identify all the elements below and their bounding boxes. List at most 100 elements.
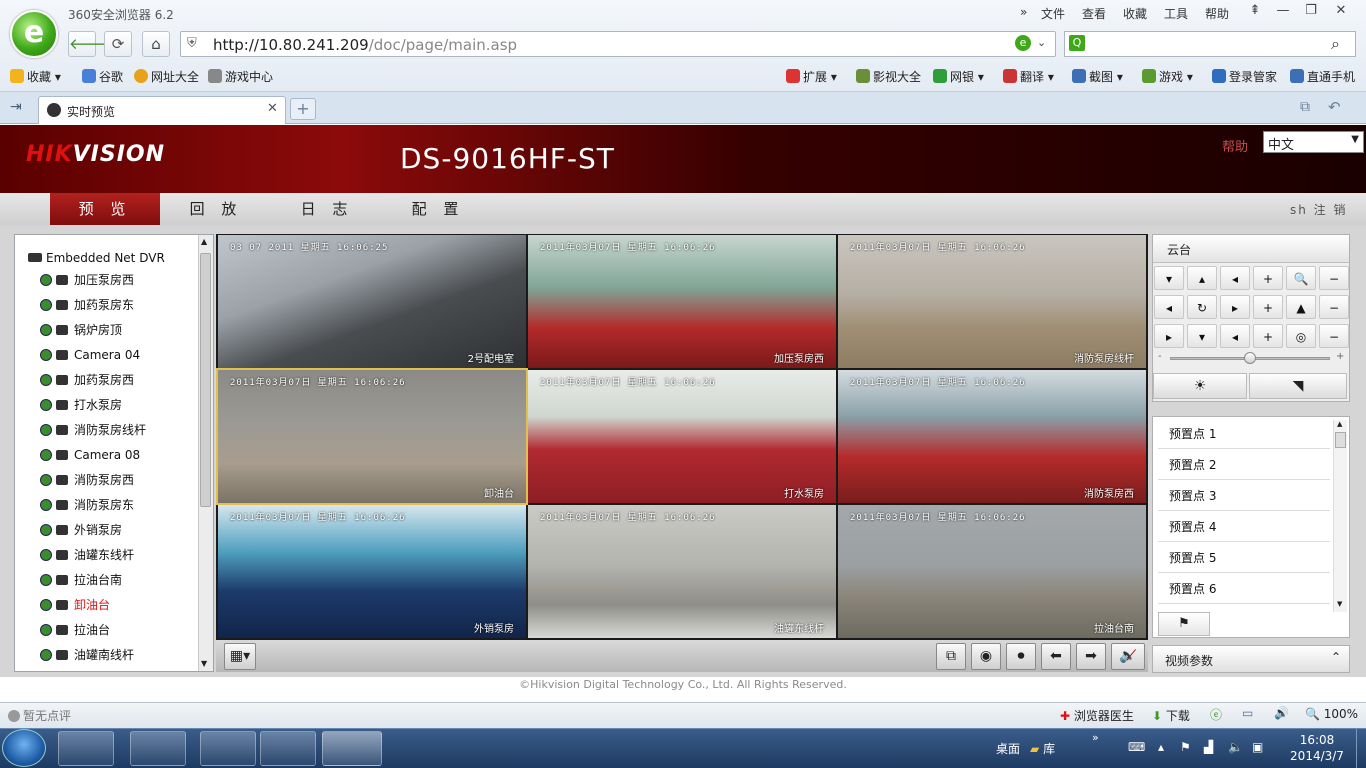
camera-item[interactable]: 打水泵房 [40,393,122,418]
camera-item[interactable]: 拉油台南 [40,568,122,593]
taskbar-360browser-icon[interactable] [322,731,382,766]
camera-item[interactable]: 消防泵房西 [40,468,134,493]
language-select[interactable]: 中文 ▼ [1263,131,1364,153]
capture-icon[interactable]: ◉ [971,643,1001,670]
taskbar-explorer-icon[interactable] [200,731,256,766]
camera-item[interactable]: 加药泵房东 [40,293,134,318]
refresh-button[interactable]: ⟳ [104,31,132,57]
zoom-icon[interactable]: 🔍 [1286,266,1316,290]
toolbar-login-manager[interactable]: 登录管家 [1212,68,1277,85]
next-page-icon[interactable]: ➡ [1076,643,1106,670]
taskbar-qq-icon[interactable] [130,731,186,766]
preset-item[interactable]: 预置点 4 [1158,512,1330,542]
taskbar-app-colorball-icon[interactable] [58,731,114,766]
iris-close-icon[interactable]: − [1319,324,1349,348]
start-button[interactable] [2,729,46,767]
home-button[interactable]: ⌂ [142,31,170,57]
help-link[interactable]: 帮助 [1222,136,1248,155]
camera-item[interactable]: Camera 08 [40,443,140,468]
search-icon[interactable]: ⌕ [1331,34,1340,54]
zoom-in-icon[interactable]: + [1253,266,1283,290]
minimize-icon[interactable]: — [1270,2,1296,22]
ie-icon[interactable]: ⓔ [1210,706,1222,723]
restore-icon[interactable]: ❐ [1298,2,1324,22]
iris-open-icon[interactable]: + [1253,324,1283,348]
speaker-icon[interactable]: 🔈 [1228,740,1243,754]
new-tab-button[interactable]: + [290,98,316,120]
menu-view[interactable]: 查看 [1082,5,1106,22]
volume-icon[interactable]: 🔊 [1274,706,1289,720]
record-icon[interactable]: ⏺ [1006,643,1036,670]
pan-right-icon[interactable]: ▸ [1220,295,1250,319]
scroll-down-icon[interactable]: ▼ [201,659,207,668]
nav-preview[interactable]: 预 览 [50,193,160,225]
close-window-icon[interactable]: ✕ [1328,2,1354,22]
taskbar-photos-icon[interactable] [260,731,316,766]
preset-item[interactable]: 预置点 5 [1158,543,1330,573]
menu-expand-icon[interactable]: » [1020,5,1027,19]
toolbar-screenshot[interactable]: 截图 ▾ [1072,68,1123,85]
preset-item[interactable]: 预置点 2 [1158,450,1330,480]
toolbar-games[interactable]: 游戏 ▾ [1142,68,1193,85]
video-tile[interactable]: 2011年03月07日 星期五 16:06:26 拉油台南 [838,505,1146,638]
preset-item[interactable]: 预置点 1 [1158,419,1330,449]
preset-scroll-down-icon[interactable]: ▼ [1337,600,1342,608]
scroll-thumb[interactable] [200,253,211,507]
camera-item[interactable]: Camera 04 [40,343,140,368]
nav-playback[interactable]: 回 放 [161,193,271,225]
clock[interactable]: 16:08 2014/3/7 [1282,732,1352,764]
camera-item[interactable]: 加药泵房西 [40,368,134,393]
review-status[interactable]: 暂无点评 [8,707,71,724]
tree-root[interactable]: Embedded Net DVR [28,251,165,265]
toolbar-extensions[interactable]: 扩展 ▾ [786,68,837,85]
bookmark-favorites[interactable]: 收藏 ▾ [10,68,61,85]
nav-log[interactable]: 日 志 [272,193,382,225]
video-tile[interactable]: 2011年03月07日 星期五 16:06:26 消防泵房线杆 [838,235,1146,368]
iris-icon[interactable]: ◎ [1286,324,1316,348]
bookmark-google[interactable]: 谷歌 [82,68,123,85]
auto-pan-icon[interactable]: ↻ [1187,295,1217,319]
pan-down-right-icon[interactable]: ◂ [1220,324,1250,348]
preset-scroll-thumb[interactable] [1335,432,1346,448]
pan-down-left-icon[interactable]: ▾ [1154,266,1184,290]
toolbar-phone[interactable]: 直通手机 [1290,68,1355,85]
toolbar-translate[interactable]: 翻译 ▾ [1003,68,1054,85]
toolbar-video[interactable]: 影视大全 [856,68,921,85]
camera-item[interactable]: 油罐东线杆 [40,543,134,568]
keyboard-icon[interactable]: ⌨ [1128,740,1145,754]
pan-left-icon[interactable]: ◂ [1154,295,1184,319]
address-bar[interactable]: ⛨ http://10.80.241.209/doc/page/main.asp… [180,31,1056,57]
taskbar-desktop[interactable]: 桌面 [996,740,1020,757]
window-icon[interactable]: ▭ [1242,706,1253,720]
tree-scrollbar[interactable]: ▲ ▼ [198,235,213,671]
scroll-up-icon[interactable]: ▲ [201,237,207,246]
focus-far-icon[interactable]: − [1319,295,1349,319]
video-tile[interactable]: 2011年03月07日 星期五 16:06:26 外销泵房 [218,505,526,638]
tab-list-icon[interactable]: ⧉ [1300,99,1310,115]
video-tile[interactable]: 03 07 2011 星期五 16:06:25 2号配电室 [218,235,526,368]
video-tile[interactable]: 2011年03月07日 星期五 16:06:26 打水泵房 [528,370,836,503]
video-tile[interactable]: 2011年03月07日 星期五 16:06:26 消防泵房西 [838,370,1146,503]
focus-icon[interactable]: ▲ [1286,295,1316,319]
action-center-icon[interactable]: ▣ [1252,740,1263,754]
taskbar-expand-icon[interactable]: » [1092,731,1099,744]
focus-near-icon[interactable]: + [1253,295,1283,319]
download-button[interactable]: ⬇ 下载 [1152,707,1190,724]
ptz-speed-slider[interactable]: - + [1158,351,1344,364]
tab-live-preview[interactable]: 实时预览 ✕ [38,96,286,124]
camera-item[interactable]: 锅炉房顶 [40,318,122,343]
pin-icon[interactable]: ⇞ [1242,2,1268,22]
video-tile[interactable]: 2011年03月07日 星期五 16:06:26 卸油台 [216,368,528,505]
logout-link[interactable]: sh 注 销 [1290,201,1348,218]
zoom-out-icon[interactable]: − [1319,266,1349,290]
search-engine-icon[interactable]: Q [1069,35,1085,51]
camera-item[interactable]: 卸油台 [40,593,110,618]
ie-mode-icon[interactable]: e [1015,35,1031,51]
light-icon[interactable]: ☀ [1153,373,1247,399]
camera-item[interactable]: 外销泵房 [40,518,122,543]
sidebar-toggle-icon[interactable]: ⇥ [10,99,22,115]
bookmark-sites[interactable]: 网址大全 [134,68,199,85]
camera-item[interactable]: 油罐南线杆 [40,643,134,668]
pan-up-icon[interactable]: ▴ [1187,266,1217,290]
search-input[interactable]: Q ⌕ [1064,31,1356,57]
